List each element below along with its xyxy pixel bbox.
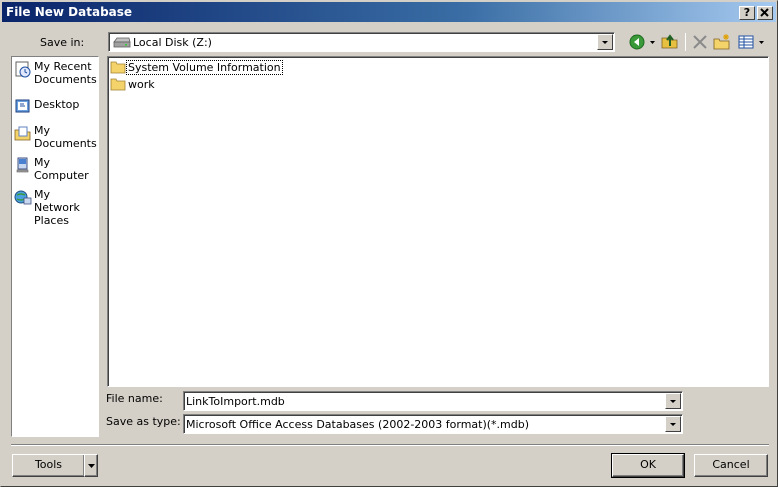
- place-my-documents[interactable]: My Documents: [14, 124, 98, 150]
- place-my-computer[interactable]: My Computer: [14, 156, 98, 182]
- close-button[interactable]: [757, 6, 773, 20]
- views-icon[interactable]: [737, 33, 755, 51]
- place-label: My Recent Documents: [34, 60, 97, 86]
- views-dropdown-icon[interactable]: [757, 33, 766, 51]
- save-as-type-value: Microsoft Office Access Databases (2002-…: [186, 418, 530, 431]
- save-in-value: Local Disk (Z:): [133, 36, 212, 49]
- folder-icon: [110, 61, 126, 74]
- file-name: System Volume Information: [126, 59, 283, 75]
- chevron-down-icon: [87, 464, 95, 468]
- my-documents-icon: [14, 126, 31, 141]
- places-bar: My Recent Documents Desktop My Documents: [11, 56, 99, 437]
- close-icon: [760, 8, 769, 17]
- network-places-icon: [14, 190, 32, 205]
- ok-button[interactable]: OK: [611, 453, 685, 478]
- toolbar-separator: [685, 33, 686, 51]
- file-name-label: File name:: [106, 392, 163, 405]
- new-folder-icon[interactable]: [713, 33, 731, 51]
- save-as-type-label: Save as type:: [106, 415, 181, 428]
- tools-button-label: Tools: [34, 458, 63, 471]
- bottom-separator: [11, 444, 769, 446]
- folder-icon: [110, 78, 126, 91]
- save-in-label: Save in:: [40, 36, 85, 49]
- delete-icon[interactable]: [691, 33, 709, 51]
- title-bar[interactable]: File New Database ?: [2, 2, 776, 22]
- save-in-combobox[interactable]: Local Disk (Z:): [108, 32, 615, 52]
- file-name-dropdown-button[interactable]: [665, 393, 681, 409]
- list-item[interactable]: System Volume Information: [110, 59, 283, 75]
- place-label: My Network Places: [34, 188, 80, 227]
- save-as-type-combobox[interactable]: Microsoft Office Access Databases (2002-…: [183, 414, 683, 434]
- help-button[interactable]: ?: [739, 6, 755, 20]
- file-name-field[interactable]: LinkToImport.mdb: [183, 391, 683, 411]
- back-icon[interactable]: [628, 33, 646, 51]
- up-one-level-icon[interactable]: [661, 33, 679, 51]
- place-label: Desktop: [34, 98, 80, 111]
- dialog-title: File New Database: [6, 5, 133, 19]
- place-desktop[interactable]: Desktop: [14, 98, 98, 116]
- place-label: My Documents: [34, 124, 97, 150]
- my-computer-icon: [16, 157, 29, 173]
- file-name: work: [128, 77, 155, 91]
- place-my-network-places[interactable]: My Network Places: [14, 188, 98, 227]
- tools-dropdown-button[interactable]: [84, 454, 98, 477]
- tools-button[interactable]: Tools: [12, 454, 85, 477]
- file-name-value: LinkToImport.mdb: [186, 395, 285, 408]
- cancel-button[interactable]: Cancel: [694, 454, 768, 477]
- place-my-recent-documents[interactable]: My Recent Documents: [14, 60, 98, 86]
- list-item[interactable]: work: [110, 76, 156, 92]
- save-as-type-dropdown-button[interactable]: [665, 416, 681, 432]
- file-list[interactable]: System Volume Information work: [107, 56, 769, 387]
- recent-documents-icon: [15, 61, 31, 78]
- back-history-dropdown-icon[interactable]: [648, 33, 657, 51]
- desktop-icon: [15, 99, 30, 113]
- file-new-database-dialog: File New Database ? Save in: Local Disk …: [0, 0, 778, 487]
- save-in-dropdown-button[interactable]: [597, 34, 613, 50]
- place-label: My Computer: [34, 156, 89, 182]
- drive-icon: [113, 37, 131, 48]
